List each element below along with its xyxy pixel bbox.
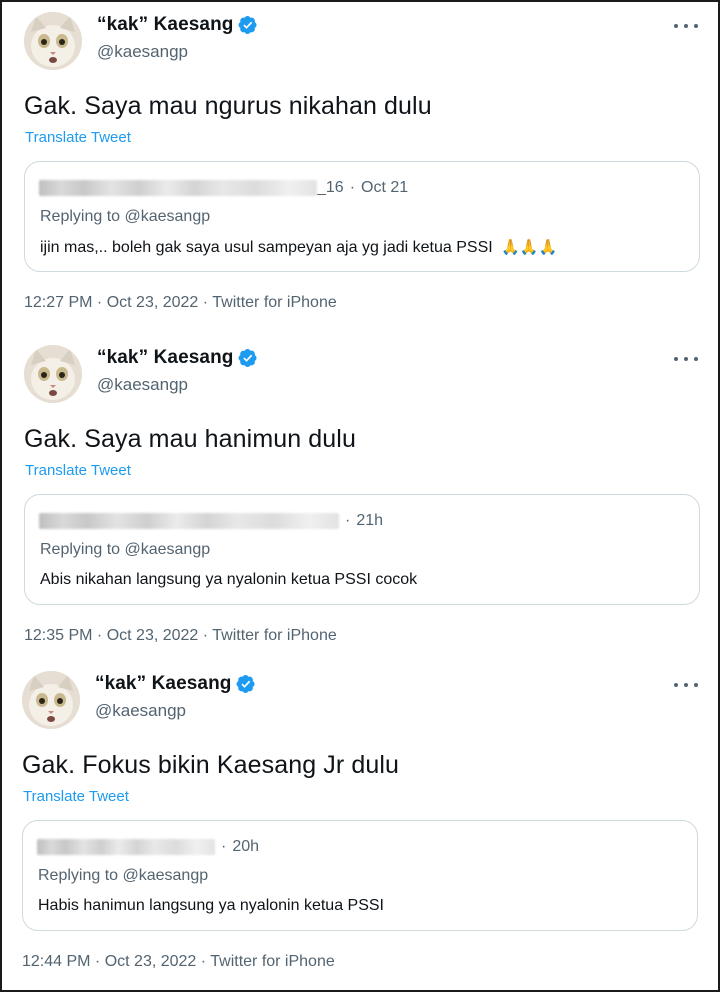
- tweet-timestamp[interactable]: 12:44 PM · Oct 23, 2022 · Twitter for iP…: [22, 953, 335, 971]
- replying-to-label: Replying to @kaesangp: [40, 541, 211, 558]
- quoted-tweet-time[interactable]: Oct 21: [361, 179, 408, 197]
- tweet-header: “kak” Kaesang @kaesangp: [0, 8, 720, 72]
- replying-to-label: Replying to @kaesangp: [38, 867, 209, 884]
- more-horizontal-icon[interactable]: [674, 679, 698, 691]
- author-handle[interactable]: @kaesangp: [97, 42, 188, 62]
- quoted-tweet-text: Abis nikahan langsung ya nyalonin ketua …: [40, 571, 418, 588]
- avatar[interactable]: [22, 671, 80, 729]
- more-horizontal-icon[interactable]: [674, 20, 698, 32]
- tweet-header: “kak” Kaesang @kaesangp: [0, 341, 720, 405]
- quoted-tweet-card[interactable]: · 21h Replying to @kaesangp Abis nikahan…: [24, 494, 700, 605]
- avatar[interactable]: [24, 345, 82, 403]
- more-horizontal-icon[interactable]: [674, 353, 698, 365]
- author-name-row: “kak” Kaesang: [95, 673, 256, 695]
- dot-separator: ·: [221, 838, 227, 855]
- quoted-tweet-body: ijin mas,.. boleh gak saya usul sampeyan…: [40, 238, 557, 257]
- verified-badge-icon: [239, 16, 258, 34]
- avatar[interactable]: [24, 12, 82, 70]
- cat-avatar-icon: [24, 345, 82, 403]
- author-handle[interactable]: @kaesangp: [95, 701, 186, 721]
- display-name[interactable]: “kak” Kaesang: [95, 673, 231, 695]
- quoted-handle-suffix: _16: [317, 179, 344, 196]
- verified-badge-icon: [239, 349, 258, 367]
- quoted-tweet-header: · 21h: [39, 511, 383, 531]
- dot-separator: ·: [345, 512, 351, 529]
- quoted-tweet-header: _16 · Oct 21: [39, 178, 408, 198]
- author-name-row: “kak” Kaesang: [97, 14, 258, 36]
- author-handle[interactable]: @kaesangp: [97, 375, 188, 395]
- quoted-tweet-text: ijin mas,.. boleh gak saya usul sampeyan…: [40, 239, 493, 256]
- translate-tweet-link[interactable]: Translate Tweet: [25, 129, 131, 146]
- cat-avatar-icon: [24, 12, 82, 70]
- replying-to-label: Replying to @kaesangp: [40, 208, 211, 225]
- blurred-author-name: [39, 513, 339, 529]
- tweet-timestamp[interactable]: 12:35 PM · Oct 23, 2022 · Twitter for iP…: [24, 627, 337, 645]
- quoted-tweet-time[interactable]: 21h: [356, 512, 383, 530]
- pray-emoji: 🙏🙏🙏: [501, 239, 558, 256]
- translate-tweet-link[interactable]: Translate Tweet: [23, 788, 129, 805]
- blurred-author-name: [39, 180, 317, 196]
- quoted-tweet-body: Habis hanimun langsung ya nyalonin ketua…: [38, 897, 384, 915]
- tweet-text: Gak. Saya mau ngurus nikahan dulu: [24, 92, 432, 120]
- quoted-tweet-card[interactable]: _16 · Oct 21 Replying to @kaesangp ijin …: [24, 161, 700, 272]
- author-name-row: “kak” Kaesang: [97, 347, 258, 369]
- quoted-tweet-body: Abis nikahan langsung ya nyalonin ketua …: [40, 571, 417, 589]
- blurred-author-name: [37, 839, 215, 855]
- display-name[interactable]: “kak” Kaesang: [97, 14, 233, 36]
- tweet: “kak” Kaesang @kaesangp Gak. Saya mau ng…: [0, 8, 720, 311]
- dot-separator: ·: [349, 179, 356, 196]
- tweet: “kak” Kaesang @kaesangp Gak. Fokus bikin…: [0, 667, 720, 970]
- quoted-tweet-card[interactable]: · 20h Replying to @kaesangp Habis hanimu…: [22, 820, 698, 931]
- display-name[interactable]: “kak” Kaesang: [97, 347, 233, 369]
- quoted-tweet-text: Habis hanimun langsung ya nyalonin ketua…: [38, 897, 384, 914]
- tweet-header: “kak” Kaesang @kaesangp: [0, 667, 720, 731]
- cat-avatar-icon: [22, 671, 80, 729]
- tweet-text: Gak. Fokus bikin Kaesang Jr dulu: [22, 751, 400, 779]
- tweet: “kak” Kaesang @kaesangp Gak. Saya mau ha…: [0, 341, 720, 644]
- translate-tweet-link[interactable]: Translate Tweet: [25, 462, 131, 479]
- tweet-timestamp[interactable]: 12:27 PM · Oct 23, 2022 · Twitter for iP…: [24, 294, 337, 312]
- quoted-tweet-time[interactable]: 20h: [232, 838, 259, 856]
- verified-badge-icon: [237, 675, 256, 693]
- tweet-text: Gak. Saya mau hanimun dulu: [24, 425, 356, 453]
- quoted-tweet-header: · 20h: [37, 837, 259, 857]
